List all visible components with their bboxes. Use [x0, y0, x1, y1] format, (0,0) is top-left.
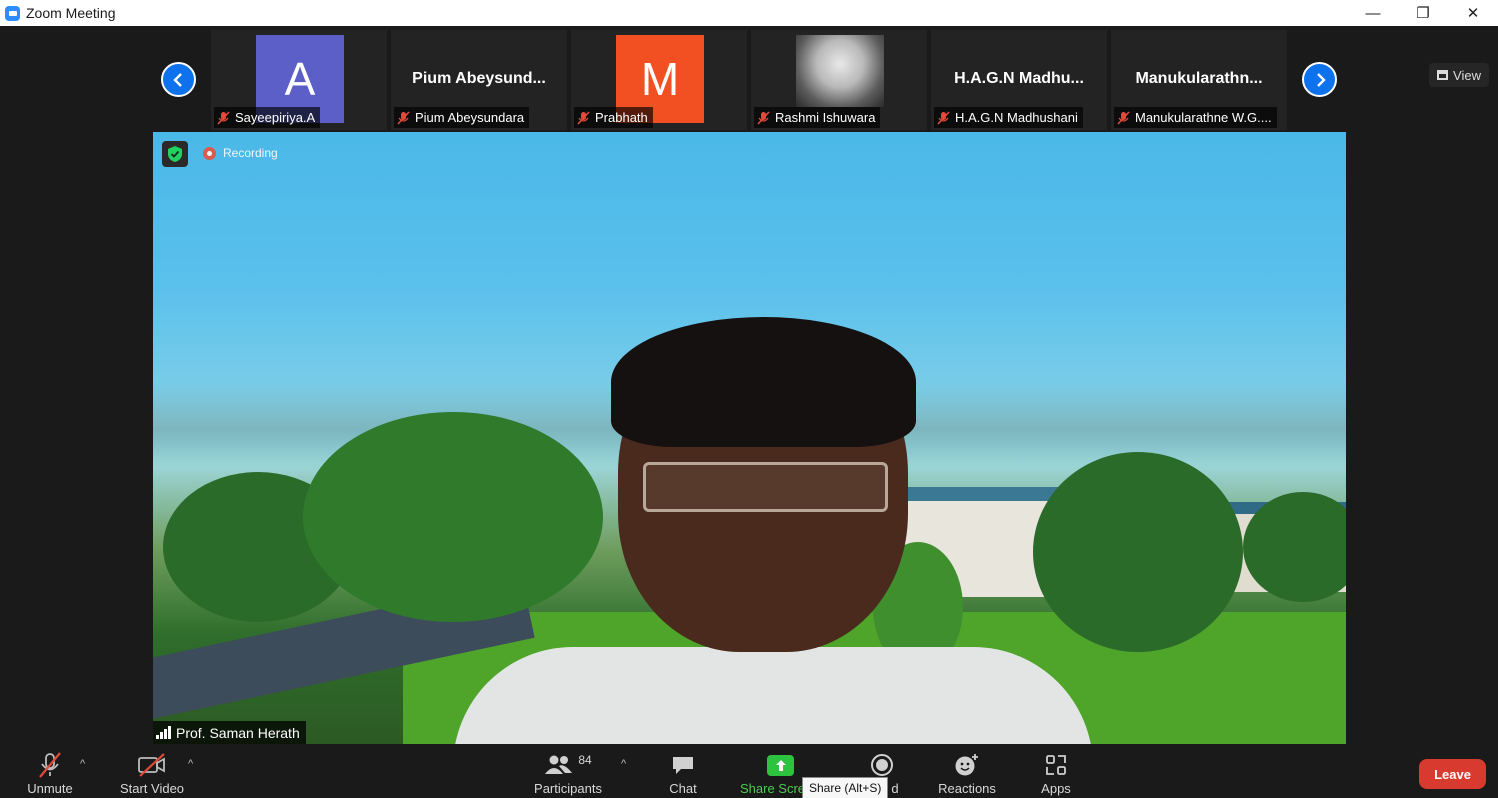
participant-name: Sayeepiriya.A	[235, 110, 316, 125]
start-video-button[interactable]: Start Video	[114, 744, 190, 798]
minimize-button[interactable]: —	[1348, 0, 1398, 26]
muted-mic-icon	[217, 110, 230, 125]
unmute-label: Unmute	[27, 781, 73, 796]
participant-display-name: H.A.G.N Madhu...	[954, 70, 1084, 87]
window-title: Zoom Meeting	[26, 5, 116, 21]
participants-button[interactable]: 84 Participants	[530, 744, 606, 798]
participant-name-label: Sayeepiriya.A	[214, 107, 321, 128]
avatar	[796, 35, 884, 107]
video-background-tree	[303, 412, 603, 622]
video-options-caret[interactable]: ^	[188, 758, 193, 770]
participant-tile[interactable]: H.A.G.N Madhu... H.A.G.N Madhushani	[931, 30, 1107, 130]
muted-mic-icon	[397, 110, 410, 125]
grid-view-icon	[1437, 70, 1449, 80]
active-speaker-video: Recording Prof. Saman Herath	[153, 132, 1346, 744]
participant-tile[interactable]: Rashmi Ishuwara	[751, 30, 927, 130]
speaker-glasses	[643, 462, 888, 512]
participant-name-label: Pium Abeysundara	[394, 107, 530, 128]
apps-label: Apps	[1041, 781, 1071, 796]
zoom-window: Zoom Meeting — ❐ ✕ A Sayeepiriya.A Pium …	[0, 0, 1498, 798]
participant-display-name: Pium Abeysund...	[412, 70, 546, 87]
muted-mic-icon	[577, 110, 590, 125]
speaker-name: Prof. Saman Herath	[176, 724, 300, 741]
muted-mic-icon	[1117, 110, 1130, 125]
previous-page-button[interactable]	[161, 62, 196, 97]
leave-button[interactable]: Leave	[1419, 759, 1486, 789]
chat-label: Chat	[669, 781, 697, 796]
zoom-app-icon	[5, 5, 20, 21]
participant-tile[interactable]: Pium Abeysund... Pium Abeysundara	[391, 30, 567, 130]
participants-icon	[545, 755, 573, 774]
muted-mic-icon	[757, 110, 770, 125]
apps-button[interactable]: Apps	[1036, 744, 1076, 798]
view-button-label: View	[1453, 67, 1481, 83]
encryption-shield-button[interactable]	[162, 141, 188, 167]
speaker-shirt	[453, 647, 1093, 744]
participant-name-label: Prabhath	[574, 107, 653, 128]
reactions-label: Reactions	[938, 781, 996, 796]
title-bar: Zoom Meeting — ❐ ✕	[0, 0, 1498, 26]
close-button[interactable]: ✕	[1448, 0, 1498, 26]
recording-dot-icon	[203, 146, 216, 160]
participants-options-caret[interactable]: ^	[621, 758, 626, 770]
restore-button[interactable]: ❐	[1398, 0, 1448, 26]
participant-tile[interactable]: A Sayeepiriya.A	[211, 30, 387, 130]
participant-name: Manukularathne W.G....	[1135, 110, 1272, 125]
chevron-right-icon	[1316, 72, 1326, 87]
start-video-label: Start Video	[119, 781, 185, 796]
participant-name: H.A.G.N Madhushani	[955, 110, 1078, 125]
participant-name: Rashmi Ishuwara	[775, 110, 876, 125]
share-screen-button[interactable]: Share Scre	[740, 744, 806, 798]
share-tooltip: Share (Alt+S)	[802, 777, 889, 798]
participant-name-label: Manukularathne W.G....	[1114, 107, 1277, 128]
meeting-toolbar: Unmute ^ Start Video ^ 84 Participants ^…	[0, 744, 1498, 798]
video-background-tree	[1033, 452, 1243, 652]
audio-options-caret[interactable]: ^	[80, 758, 85, 770]
apps-icon	[1045, 749, 1067, 781]
participant-name-label: H.A.G.N Madhushani	[934, 107, 1083, 128]
connection-signal-icon	[156, 726, 171, 739]
muted-mic-icon	[37, 749, 63, 781]
muted-mic-icon	[937, 110, 950, 125]
chevron-left-icon	[172, 72, 182, 87]
window-controls: — ❐ ✕	[1348, 0, 1498, 26]
participant-strip: A Sayeepiriya.A Pium Abeysund... Pium Ab…	[0, 26, 1498, 132]
participant-name-label: Rashmi Ishuwara	[754, 107, 881, 128]
shield-check-icon	[168, 146, 182, 162]
view-button[interactable]: View	[1429, 63, 1489, 87]
participant-name: Prabhath	[595, 110, 648, 125]
recording-indicator[interactable]: Recording	[203, 146, 278, 160]
participants-label: Participants	[534, 781, 602, 796]
speaker-hair	[611, 317, 916, 447]
smiley-plus-icon	[954, 749, 980, 781]
participant-name: Pium Abeysundara	[415, 110, 525, 125]
participant-display-name: Manukularathn...	[1135, 70, 1263, 87]
share-screen-icon	[740, 749, 794, 781]
speaker-name-label: Prof. Saman Herath	[153, 721, 306, 744]
chat-icon	[671, 749, 695, 781]
share-screen-label: Share Scre	[740, 781, 806, 796]
participants-count: 84	[578, 753, 592, 767]
unmute-button[interactable]: Unmute	[20, 744, 80, 798]
chat-button[interactable]: Chat	[658, 744, 708, 798]
participant-tile[interactable]: Manukularathn... Manukularathne W.G....	[1111, 30, 1287, 130]
next-page-button[interactable]	[1302, 62, 1337, 97]
video-off-icon	[137, 749, 167, 781]
recording-label: Recording	[223, 146, 278, 160]
reactions-button[interactable]: Reactions	[934, 744, 1000, 798]
participants-icon-group: 84	[544, 749, 592, 781]
participant-tile[interactable]: M Prabhath	[571, 30, 747, 130]
